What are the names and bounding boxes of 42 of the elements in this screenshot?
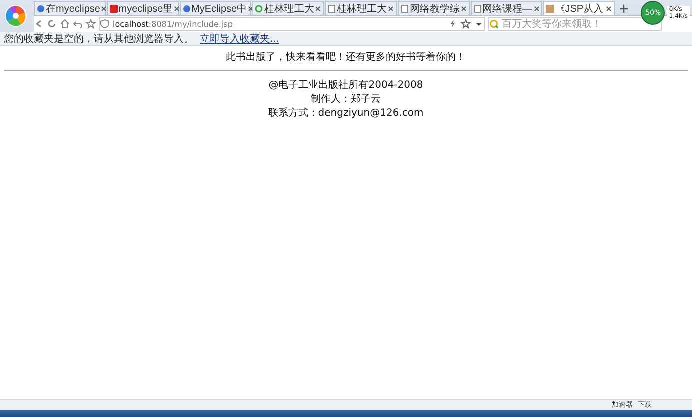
tab-favicon-icon (110, 4, 118, 12)
footer-line: 制作人：郑子云 (311, 92, 381, 106)
footer-line: @电子工业出版社所有2004-2008 (268, 78, 424, 92)
banner-text: 此书出版了，快来看看吧！还有更多的好书等着你的！ (226, 50, 466, 64)
star-icon[interactable] (461, 19, 471, 29)
undo-icon[interactable] (73, 19, 83, 29)
star-icon[interactable] (86, 19, 96, 29)
page-icon (100, 19, 110, 29)
search-icon (489, 19, 499, 29)
home-icon[interactable] (60, 19, 70, 29)
refresh-icon[interactable] (47, 19, 57, 29)
browser-tab[interactable]: 网络教学综 (398, 1, 470, 15)
browser-tab[interactable]: myeclipse里 (106, 1, 178, 15)
close-icon[interactable] (606, 6, 612, 12)
new-tab-icon[interactable] (618, 3, 630, 15)
lightning-icon[interactable] (448, 19, 458, 29)
close-icon[interactable] (388, 6, 394, 12)
close-icon[interactable] (460, 6, 467, 12)
tab-favicon-icon (546, 4, 554, 12)
close-icon[interactable] (174, 6, 180, 12)
close-icon[interactable] (101, 6, 108, 12)
browser-logo[interactable] (5, 5, 27, 27)
tab-favicon-icon (182, 4, 190, 12)
tab-favicon-icon (255, 4, 264, 12)
import-bookmarks-link[interactable]: 立即导入收藏夹... (200, 32, 280, 46)
page-icon (474, 4, 482, 12)
browser-tab[interactable]: 桂林理工大 (325, 1, 397, 15)
tab-favicon-icon (37, 4, 45, 12)
close-icon[interactable] (248, 6, 254, 12)
back-icon[interactable] (34, 19, 44, 29)
browser-tab[interactable]: MyEclipse中 (180, 1, 252, 15)
browser-tab[interactable]: 在myeclipse (34, 1, 106, 15)
footer-line: 联系方式：dengziyun@126.com (268, 106, 424, 120)
browser-tab[interactable]: 《JSP从入 (543, 1, 615, 15)
browser-tab[interactable]: 桂林理工大 (252, 1, 324, 15)
bookmarks-message: 您的收藏夹是空的，请从其他浏览器导入。 (4, 32, 194, 46)
page-icon (400, 4, 409, 12)
page-icon (328, 4, 336, 12)
close-icon[interactable] (315, 6, 322, 12)
close-icon[interactable] (534, 6, 540, 12)
browser-tab[interactable]: 网络课程— (470, 1, 542, 15)
address-field[interactable]: localhost:8081/my/include.jsp (99, 17, 485, 31)
